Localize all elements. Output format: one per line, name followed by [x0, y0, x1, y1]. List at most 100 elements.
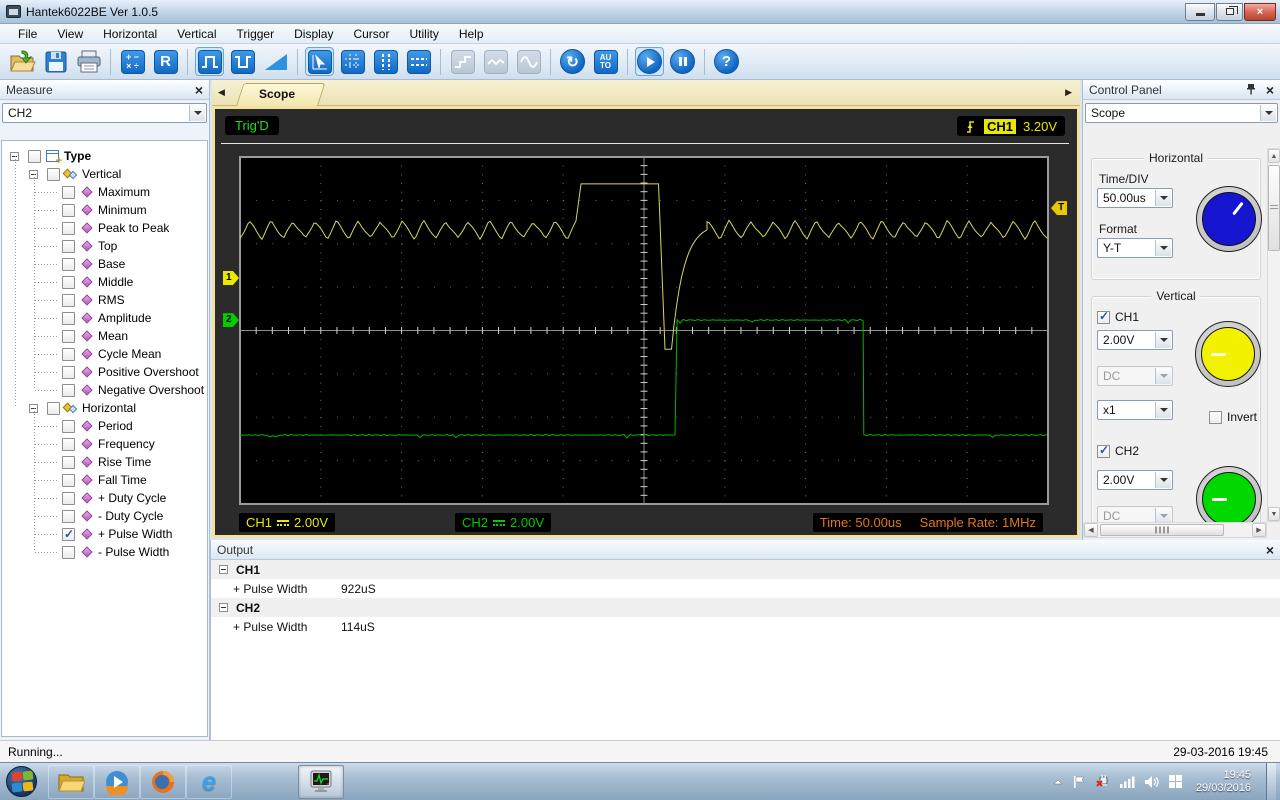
network-signal-icon[interactable] — [1119, 775, 1135, 788]
tree-item-base[interactable]: Base — [2, 255, 207, 273]
checkbox--pulse-width[interactable] — [62, 527, 75, 541]
tree-item-negative-overshoot[interactable]: Negative Overshoot — [2, 381, 207, 399]
pin-icon[interactable] — [1246, 83, 1256, 96]
checkbox-peak-to-peak[interactable] — [62, 222, 75, 235]
ch2-enable-checkbox[interactable]: CH2 — [1097, 443, 1139, 458]
tree-item-horizontal[interactable]: Horizontal — [2, 399, 207, 417]
close-button[interactable]: × — [1244, 2, 1276, 21]
ch1-reference-marker[interactable]: 1 — [223, 271, 239, 286]
checkbox-amplitude[interactable] — [62, 312, 75, 325]
math-button[interactable]: + − × ÷ — [118, 47, 147, 76]
checkbox--duty-cycle[interactable] — [62, 510, 75, 523]
scroll-up-icon[interactable]: ▲ — [1268, 149, 1280, 163]
tree-item-fall-time[interactable]: Fall Time — [2, 471, 207, 489]
windows-update-icon[interactable] — [1168, 774, 1183, 789]
action-center-flag-icon[interactable] — [1072, 775, 1086, 789]
tab-scroll-left-icon[interactable]: ◀ — [218, 87, 225, 98]
tree-item--pulse-width[interactable]: + Pulse Width — [2, 525, 207, 543]
tree-item--pulse-width[interactable]: - Pulse Width — [2, 543, 207, 561]
measure-channel-select[interactable]: CH2 — [2, 103, 207, 123]
checkbox-vertical[interactable] — [47, 168, 60, 181]
ch1-probe-select[interactable]: x1 — [1097, 400, 1173, 420]
checkbox-middle[interactable] — [62, 276, 75, 289]
menu-horizontal[interactable]: Horizontal — [93, 25, 167, 43]
tree-item-vertical[interactable]: Vertical — [2, 165, 207, 183]
taskbar-hantek-button[interactable] — [298, 764, 344, 799]
ch1-invert-checkbox[interactable]: Invert — [1209, 410, 1257, 424]
tree-item-type[interactable]: Type — [2, 147, 207, 167]
checkbox-type[interactable] — [28, 150, 41, 163]
ramp-button[interactable] — [261, 47, 290, 76]
control-horizontal-scrollbar[interactable]: ◀ ▶ — [1083, 522, 1267, 538]
menu-display[interactable]: Display — [284, 25, 343, 43]
scroll-down-icon[interactable]: ▼ — [1268, 507, 1280, 521]
taskbar-firefox-button[interactable] — [140, 764, 186, 799]
control-close-icon[interactable]: × — [1266, 83, 1274, 97]
menu-vertical[interactable]: Vertical — [167, 25, 226, 43]
tree-item-top[interactable]: Top — [2, 237, 207, 255]
help-button[interactable]: ? — [712, 47, 741, 76]
horizontal-cursors-button[interactable] — [404, 47, 433, 76]
horizontal-position-knob[interactable] — [1196, 186, 1262, 252]
checkbox-minimum[interactable] — [62, 204, 75, 217]
taskbar-explorer-button[interactable] — [48, 764, 94, 799]
tree-item--duty-cycle[interactable]: - Duty Cycle — [2, 507, 207, 525]
refresh-button[interactable]: ↻ — [558, 47, 587, 76]
tab-scroll-right-icon[interactable]: ▶ — [1065, 87, 1072, 98]
checkbox--pulse-width[interactable] — [62, 546, 75, 559]
scroll-left-icon[interactable]: ◀ — [1084, 523, 1098, 537]
control-mode-select[interactable]: Scope — [1085, 103, 1278, 123]
checkbox-top[interactable] — [62, 240, 75, 253]
reference-button[interactable]: R — [151, 47, 180, 76]
output-group-ch1[interactable]: CH1 — [211, 560, 1280, 579]
menu-cursor[interactable]: Cursor — [343, 25, 399, 43]
show-desktop-button[interactable] — [1266, 762, 1276, 800]
print-button[interactable] — [74, 47, 103, 76]
tree-item-rms[interactable]: RMS — [2, 291, 207, 309]
menu-trigger[interactable]: Trigger — [227, 25, 285, 43]
minimize-button[interactable] — [1185, 2, 1215, 21]
checkbox-negative-overshoot[interactable] — [62, 384, 75, 397]
collapse-icon[interactable] — [219, 603, 228, 612]
menu-utility[interactable]: Utility — [399, 25, 448, 43]
collapse-icon[interactable] — [219, 565, 228, 574]
negative-pulse-button[interactable] — [228, 47, 257, 76]
checkbox-cycle-mean[interactable] — [62, 348, 75, 361]
tree-item-rise-time[interactable]: Rise Time — [2, 453, 207, 471]
tab-scope[interactable]: Scope — [236, 83, 318, 106]
grid-button[interactable] — [338, 47, 367, 76]
checkbox-rms[interactable] — [62, 294, 75, 307]
checkbox-positive-overshoot[interactable] — [62, 366, 75, 379]
power-plug-icon[interactable] — [1095, 774, 1110, 789]
tree-item-minimum[interactable]: Minimum — [2, 201, 207, 219]
tree-item-amplitude[interactable]: Amplitude — [2, 309, 207, 327]
save-button[interactable] — [41, 47, 70, 76]
checkbox-fall-time[interactable] — [62, 474, 75, 487]
tree-item-peak-to-peak[interactable]: Peak to Peak — [2, 219, 207, 237]
ch2-volts-select[interactable]: 2.00V — [1097, 470, 1173, 490]
tree-item-mean[interactable]: Mean — [2, 327, 207, 345]
tree-item-cycle-mean[interactable]: Cycle Mean — [2, 345, 207, 363]
volume-icon[interactable] — [1144, 775, 1159, 789]
tree-item-period[interactable]: Period — [2, 417, 207, 435]
ch1-position-knob[interactable] — [1195, 321, 1261, 387]
checkbox-maximum[interactable] — [62, 186, 75, 199]
taskbar-clock[interactable]: 19:45 29/03/2016 — [1196, 769, 1251, 795]
pause-button[interactable] — [668, 47, 697, 76]
tree-item-maximum[interactable]: Maximum — [2, 183, 207, 201]
positive-pulse-button[interactable] — [195, 47, 224, 76]
tree-item-middle[interactable]: Middle — [2, 273, 207, 291]
hidden-icons-chevron[interactable] — [1053, 778, 1063, 786]
checkbox--duty-cycle[interactable] — [62, 492, 75, 505]
control-vertical-scrollbar[interactable]: ▲ ▼ — [1267, 148, 1280, 522]
auto-set-button[interactable]: AU TO — [591, 47, 620, 76]
output-close-icon[interactable]: × — [1266, 543, 1274, 557]
open-button[interactable] — [8, 47, 37, 76]
tree-item-positive-overshoot[interactable]: Positive Overshoot — [2, 363, 207, 381]
tree-item-frequency[interactable]: Frequency — [2, 435, 207, 453]
menu-help[interactable]: Help — [449, 25, 494, 43]
measure-close-icon[interactable]: × — [195, 83, 203, 97]
cursor-measure-button[interactable] — [305, 47, 334, 76]
start-button[interactable] — [635, 47, 664, 76]
output-group-ch2[interactable]: CH2 — [211, 598, 1280, 617]
